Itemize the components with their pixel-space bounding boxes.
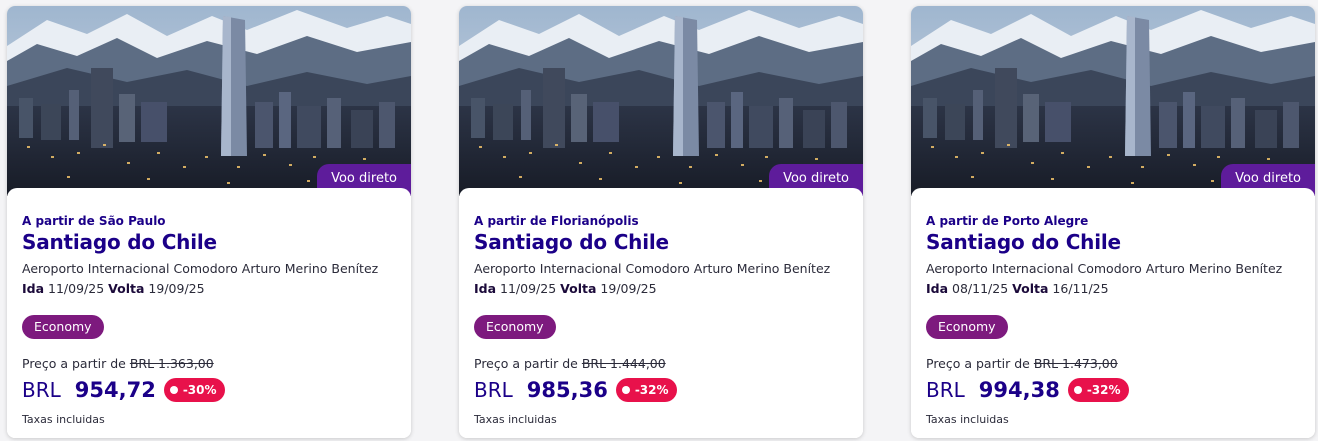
airport-name: Aeroporto Internacional Comodoro Arturo … bbox=[926, 261, 1283, 276]
cabin-class-badge: Economy bbox=[22, 315, 104, 339]
ida-label: Ida bbox=[926, 281, 949, 296]
currency: BRL bbox=[926, 378, 965, 402]
destination-title: Santiago do Chile bbox=[474, 230, 669, 254]
price-row: BRL 994,38 -32% bbox=[926, 375, 1129, 405]
discount-value: -32% bbox=[634, 383, 669, 397]
cabin-class-badge: Economy bbox=[926, 315, 1008, 339]
card-body: A partir de Porto Alegre Santiago do Chi… bbox=[911, 188, 1315, 438]
discount-badge: -30% bbox=[163, 378, 225, 402]
volta-label: Volta bbox=[560, 281, 597, 296]
volta-date: 19/09/25 bbox=[148, 281, 205, 296]
airport-name: Aeroporto Internacional Comodoro Arturo … bbox=[474, 261, 831, 276]
old-price: BRL 1.444,00 bbox=[581, 356, 666, 371]
volta-label: Volta bbox=[108, 281, 145, 296]
price-from: Preço a partir de BRL 1.363,00 bbox=[22, 356, 214, 371]
origin-label: A partir de Porto Alegre bbox=[926, 214, 1089, 228]
destination-title: Santiago do Chile bbox=[926, 230, 1121, 254]
old-price: BRL 1.363,00 bbox=[129, 356, 214, 371]
discount-badge: -32% bbox=[615, 378, 677, 402]
price-row: BRL 954,72 -30% bbox=[22, 375, 225, 405]
price-from: Preço a partir de BRL 1.444,00 bbox=[474, 356, 666, 371]
travel-dates: Ida 08/11/25 Volta 16/11/25 bbox=[926, 281, 1109, 296]
currency: BRL bbox=[474, 378, 513, 402]
ida-label: Ida bbox=[22, 281, 45, 296]
travel-dates: Ida 11/09/25 Volta 19/09/25 bbox=[474, 281, 657, 296]
discount-dot-icon bbox=[169, 386, 178, 394]
destination-card[interactable]: Voo direto A partir de Florianópolis San… bbox=[459, 6, 863, 438]
discount-dot-icon bbox=[1073, 386, 1082, 394]
price-row: BRL 985,36 -32% bbox=[474, 375, 677, 405]
price-from: Preço a partir de BRL 1.473,00 bbox=[926, 356, 1118, 371]
discount-dot-icon bbox=[621, 386, 630, 394]
origin-label: A partir de Florianópolis bbox=[474, 214, 639, 228]
discount-value: -32% bbox=[1086, 383, 1121, 397]
taxes-note: Taxas incluidas bbox=[926, 413, 1009, 426]
price-from-label: Preço a partir de bbox=[474, 356, 578, 371]
old-price: BRL 1.473,00 bbox=[1033, 356, 1118, 371]
price-from-label: Preço a partir de bbox=[22, 356, 126, 371]
price-amount: 954,72 bbox=[74, 378, 156, 402]
ida-date: 08/11/25 bbox=[952, 281, 1009, 296]
discount-badge: -32% bbox=[1067, 378, 1129, 402]
currency: BRL bbox=[22, 378, 61, 402]
volta-label: Volta bbox=[1012, 281, 1049, 296]
ida-date: 11/09/25 bbox=[500, 281, 557, 296]
destination-title: Santiago do Chile bbox=[22, 230, 217, 254]
origin-label: A partir de São Paulo bbox=[22, 214, 166, 228]
taxes-note: Taxas incluidas bbox=[474, 413, 557, 426]
travel-dates: Ida 11/09/25 Volta 19/09/25 bbox=[22, 281, 205, 296]
airport-name: Aeroporto Internacional Comodoro Arturo … bbox=[22, 261, 379, 276]
volta-date: 19/09/25 bbox=[600, 281, 657, 296]
price-amount: 994,38 bbox=[978, 378, 1060, 402]
ida-date: 11/09/25 bbox=[48, 281, 105, 296]
cabin-class-badge: Economy bbox=[474, 315, 556, 339]
volta-date: 16/11/25 bbox=[1052, 281, 1109, 296]
destination-card[interactable]: Voo direto A partir de São Paulo Santiag… bbox=[7, 6, 411, 438]
ida-label: Ida bbox=[474, 281, 497, 296]
taxes-note: Taxas incluidas bbox=[22, 413, 105, 426]
destination-card[interactable]: Voo direto A partir de Porto Alegre Sant… bbox=[911, 6, 1315, 438]
price-from-label: Preço a partir de bbox=[926, 356, 1030, 371]
discount-value: -30% bbox=[182, 383, 217, 397]
price-amount: 985,36 bbox=[526, 378, 608, 402]
card-body: A partir de São Paulo Santiago do Chile … bbox=[7, 188, 411, 438]
card-body: A partir de Florianópolis Santiago do Ch… bbox=[459, 188, 863, 438]
